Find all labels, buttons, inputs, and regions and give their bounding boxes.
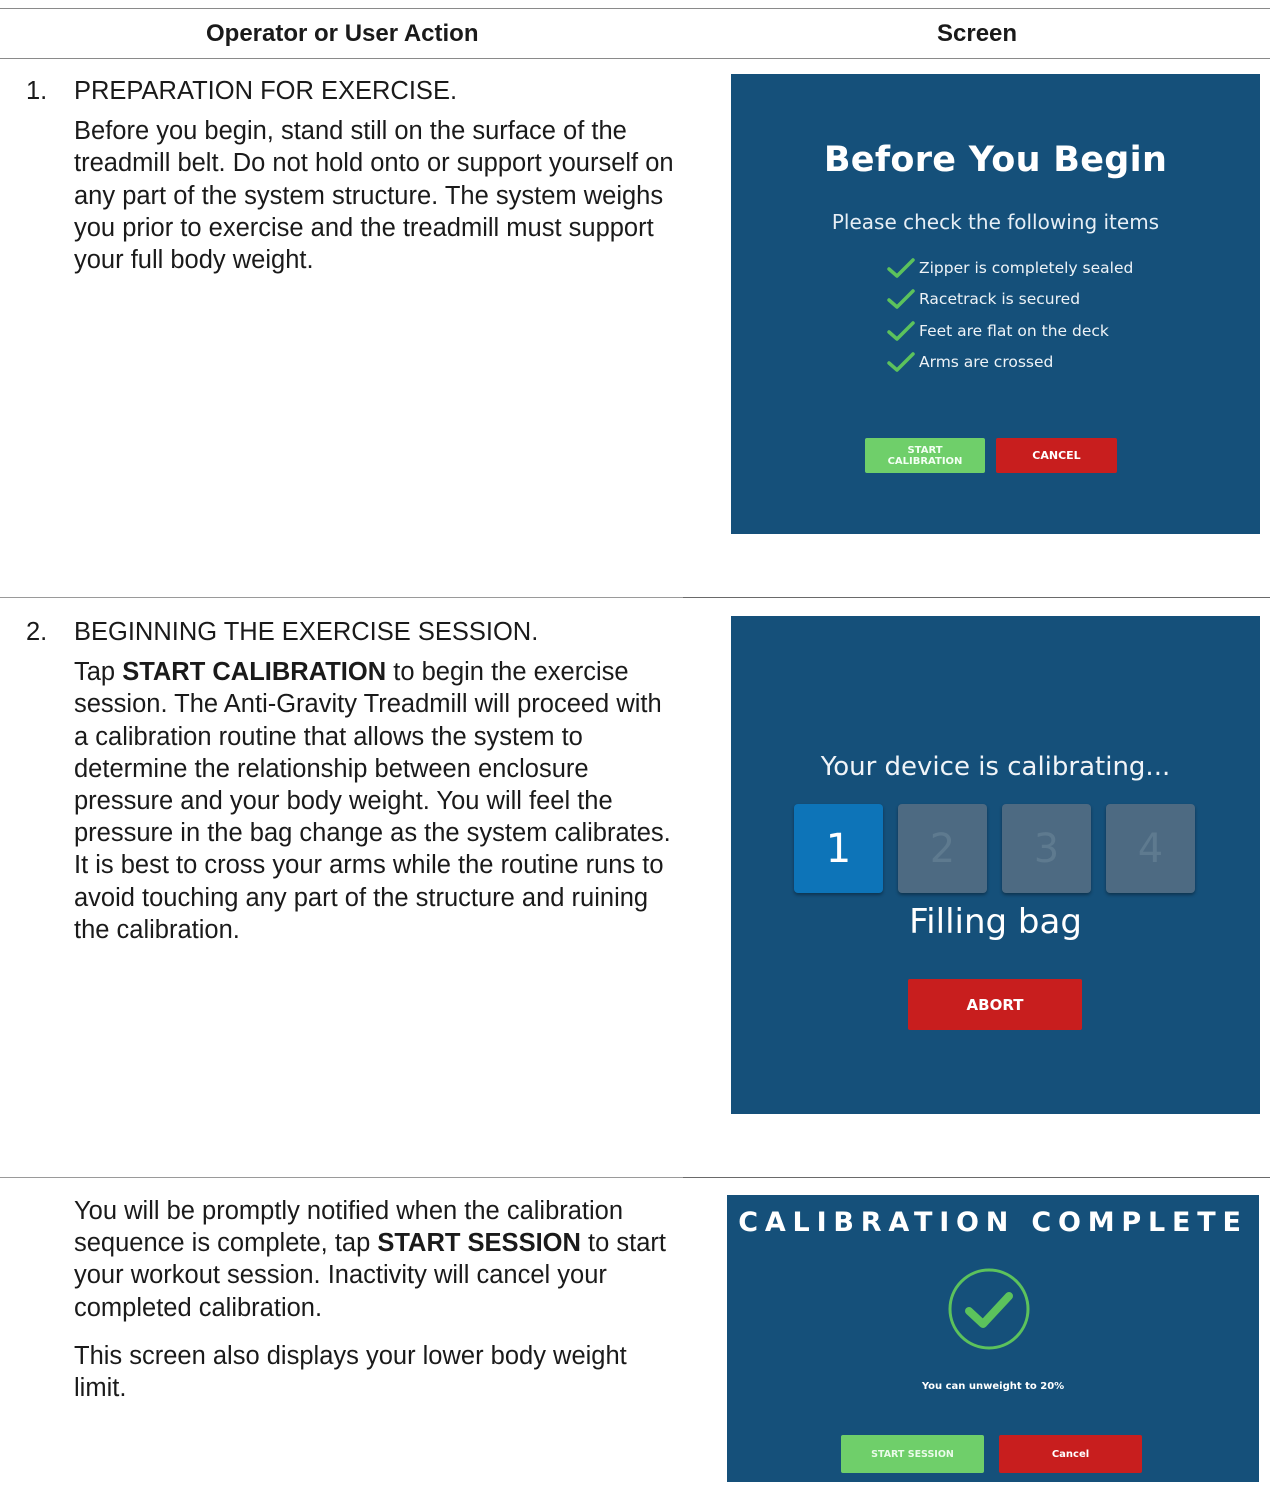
body-text: Tap (74, 658, 123, 687)
body-text: to begin the exercise session. The Anti-… (74, 658, 671, 944)
screen-title: CALIBRATION COMPLETE (738, 1207, 1248, 1238)
cancel-button[interactable]: Cancel (999, 1435, 1142, 1473)
step-body: You will be promptly notified when the c… (74, 1195, 674, 1324)
checklist-item: Feet are flat on the deck (887, 315, 1133, 347)
unweight-limit-text: You can unweight to 20% (921, 1381, 1065, 1392)
checklist-item-label: Racetrack is secured (919, 290, 1081, 309)
check-icon (887, 321, 915, 341)
start-calibration-label: START CALIBRATION (888, 445, 963, 467)
calibration-step: 2 (898, 804, 987, 893)
check-icon (887, 258, 915, 278)
step-3-text: You will be promptly notified when the c… (74, 1195, 674, 1412)
checklist: Zipper is completely sealed Racetrack is… (887, 252, 1133, 378)
step-2-text: BEGINNING THE EXERCISE SESSION. Tap STAR… (74, 616, 674, 954)
check-icon (887, 289, 915, 309)
checklist-item-label: Arms are crossed (919, 353, 1054, 372)
checklist-item-label: Feet are flat on the deck (919, 321, 1109, 340)
checklist-item: Arms are crossed (887, 347, 1133, 379)
table-top-rule (0, 8, 1270, 9)
before-you-begin-screen: Before You Begin Please check the follow… (731, 74, 1260, 534)
step-heading: PREPARATION FOR EXERCISE. (74, 77, 458, 105)
screen-title: Before You Begin (823, 140, 1168, 180)
screen-subtitle: Please check the following items (831, 210, 1160, 234)
start-calibration-label-line1: START (907, 444, 943, 456)
abort-button[interactable]: ABORT (908, 979, 1082, 1030)
checklist-item: Zipper is completely sealed (887, 252, 1133, 284)
checklist-item: Racetrack is secured (887, 284, 1133, 316)
body-emphasis: START SESSION (377, 1229, 581, 1258)
column-header-action: Operator or User Action (206, 20, 479, 47)
checklist-item-label: Zipper is completely sealed (919, 258, 1134, 277)
calibration-step: 3 (1002, 804, 1091, 893)
body-emphasis: START CALIBRATION (122, 658, 387, 687)
step-number: 2. (26, 618, 48, 646)
calibration-step: 4 (1106, 804, 1195, 893)
step-number: 1. (26, 77, 48, 105)
calibration-status: Filling bag (909, 902, 1082, 942)
check-circle-icon (948, 1268, 1030, 1350)
step-body: Tap START CALIBRATION to begin the exerc… (74, 656, 674, 946)
calibration-complete-screen: CALIBRATION COMPLETE You can unweight to… (727, 1195, 1259, 1482)
step-body: Before you begin, stand still on the sur… (74, 117, 674, 275)
header-bottom-rule (0, 58, 1270, 59)
calibration-steps: 1 2 3 4 (794, 804, 1195, 893)
step-1-text: PREPARATION FOR EXERCISE. Before you beg… (74, 75, 674, 284)
calibration-step: 1 (794, 804, 883, 893)
start-calibration-label-line2: CALIBRATION (887, 455, 963, 467)
calibrating-message: Your device is calibrating... (820, 752, 1171, 782)
check-icon (887, 352, 915, 372)
column-header-screen: Screen (937, 20, 1018, 47)
step-body-note: This screen also displays your lower bod… (74, 1341, 627, 1403)
step-heading: BEGINNING THE EXERCISE SESSION. (74, 618, 539, 646)
cancel-button[interactable]: CANCEL (996, 438, 1117, 473)
calibrating-screen: Your device is calibrating... 1 2 3 4 Fi… (731, 616, 1260, 1114)
start-calibration-button[interactable]: START CALIBRATION (865, 438, 985, 473)
start-session-button[interactable]: START SESSION (841, 1435, 984, 1473)
